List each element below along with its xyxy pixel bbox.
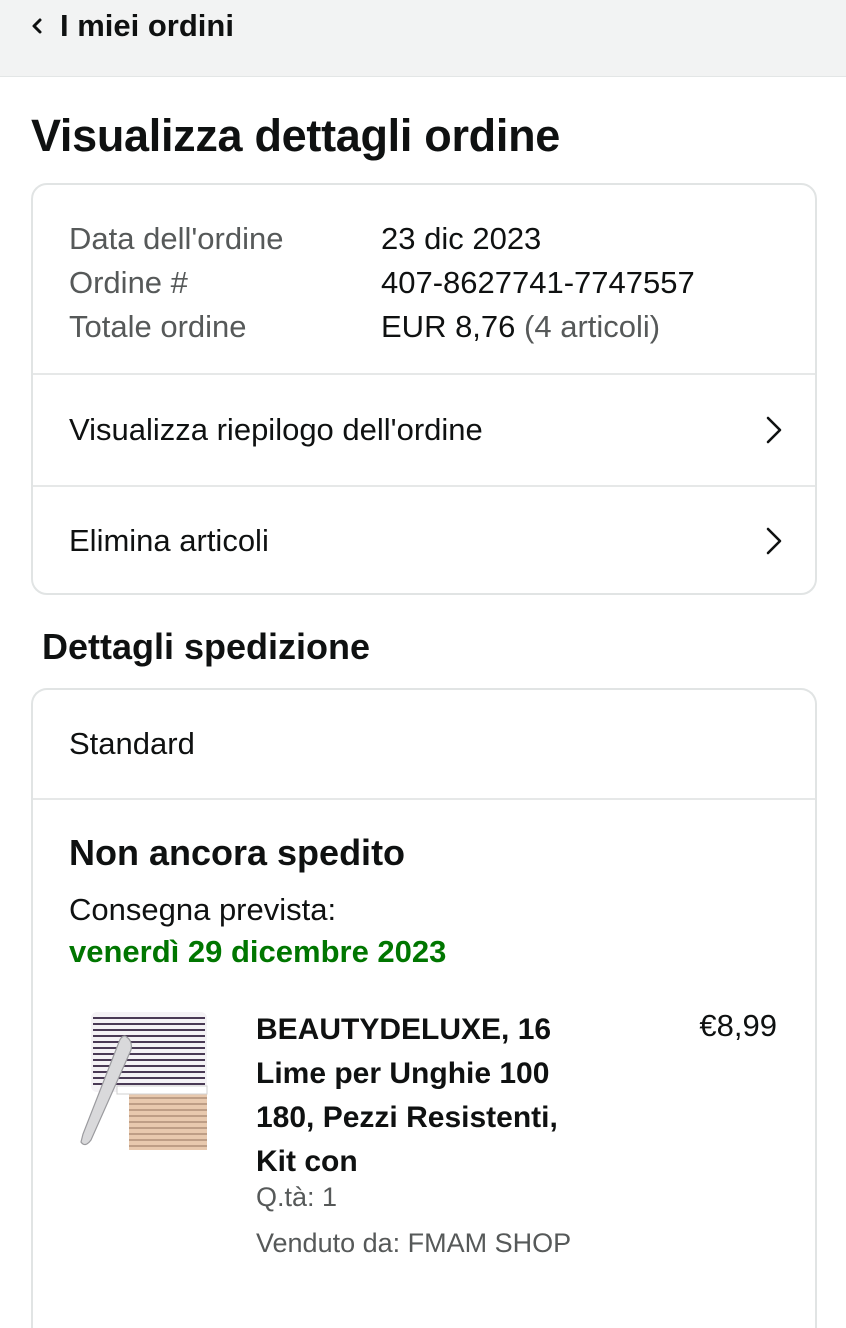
shipment-card: Standard Non ancora spedito Consegna pre… xyxy=(31,688,817,1328)
delivery-estimate-date: venerdì 29 dicembre 2023 xyxy=(69,934,447,969)
nail-file-stack-bottom xyxy=(116,1085,208,1150)
order-item: BEAUTYDELUXE, 16 Lime per Unghie 100 180… xyxy=(69,1006,779,1266)
back-label: I miei ordini xyxy=(60,8,234,43)
shipping-section-title: Dettagli spedizione xyxy=(42,626,371,667)
delete-items-link[interactable]: Elimina articoli xyxy=(33,485,815,593)
shipping-method: Standard xyxy=(33,690,815,800)
view-order-summary-link[interactable]: Visualizza riepilogo dell'ordine xyxy=(33,375,815,485)
order-date-value: 23 dic 2023 xyxy=(381,221,542,256)
shipment-body: Non ancora spedito Consegna prevista: ve… xyxy=(33,800,815,1266)
order-total-row: Totale ordine EUR 8,76 (4 articoli) xyxy=(69,305,815,349)
order-total-item-count: (4 articoli) xyxy=(524,309,661,344)
top-nav-bar: I miei ordini xyxy=(0,0,846,77)
order-date-label: Data dell'ordine xyxy=(69,221,284,256)
delivery-estimate-label: Consegna prevista: xyxy=(69,892,337,927)
order-number-row: Ordine # 407-8627741-7747557 xyxy=(69,261,815,305)
order-info-card: Data dell'ordine 23 dic 2023 Ordine # 40… xyxy=(31,183,817,595)
product-thumbnail[interactable] xyxy=(75,1006,215,1156)
order-total-label: Totale ordine xyxy=(69,309,247,344)
chevron-left-icon xyxy=(32,18,42,34)
order-total-amount: EUR 8,76 xyxy=(381,309,516,344)
product-price: €8,99 xyxy=(699,1008,777,1043)
back-link[interactable]: I miei ordini xyxy=(28,8,234,44)
order-number-label: Ordine # xyxy=(69,265,188,300)
product-quantity: Q.tà: 1 xyxy=(256,1182,338,1212)
order-date-row: Data dell'ordine 23 dic 2023 xyxy=(69,217,815,261)
order-total-value: EUR 8,76 (4 articoli) xyxy=(381,309,660,345)
product-seller: Venduto da: FMAM SHOP xyxy=(256,1228,572,1258)
chevron-right-icon xyxy=(766,527,782,555)
chevron-right-icon xyxy=(766,416,782,444)
product-title-link[interactable]: BEAUTYDELUXE, 16 Lime per Unghie 100 180… xyxy=(256,1008,596,1184)
shipment-status: Non ancora spedito xyxy=(69,832,406,873)
page-title: Visualizza dettagli ordine xyxy=(31,110,560,161)
order-summary-block: Data dell'ordine 23 dic 2023 Ordine # 40… xyxy=(33,185,815,375)
order-number-value: 407-8627741-7747557 xyxy=(381,265,695,300)
view-order-summary-label: Visualizza riepilogo dell'ordine xyxy=(69,412,483,447)
delete-items-label: Elimina articoli xyxy=(69,523,269,558)
